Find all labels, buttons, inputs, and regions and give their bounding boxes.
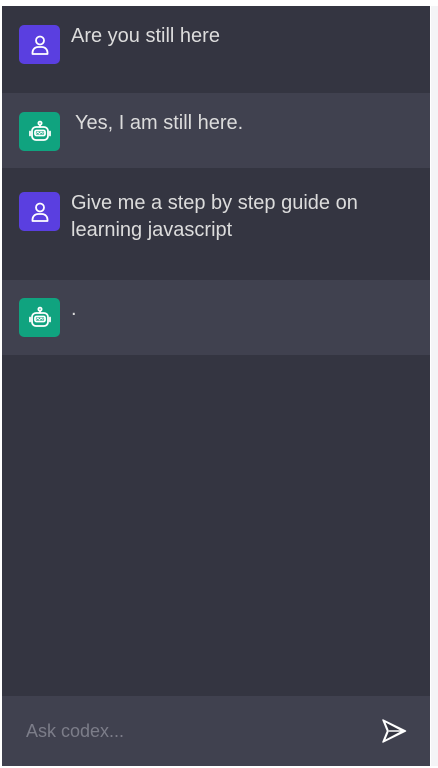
user-avatar xyxy=(19,25,60,64)
message-row: . xyxy=(2,280,430,355)
bot-avatar xyxy=(19,112,60,151)
page-edge xyxy=(431,6,438,766)
bot-avatar xyxy=(19,298,60,337)
robot-icon xyxy=(28,120,51,141)
send-button[interactable] xyxy=(374,711,414,751)
chat-container: Are you still here Yes, I am still here. xyxy=(2,6,430,696)
user-icon xyxy=(31,202,48,222)
chat-input[interactable] xyxy=(24,710,374,752)
message-row: Are you still here xyxy=(2,6,430,93)
message-row: Yes, I am still here. xyxy=(2,93,430,168)
send-icon xyxy=(382,719,407,743)
message-text: . xyxy=(71,298,77,320)
message-text: Give me a step by step guide on learning… xyxy=(71,192,358,241)
message-row: Give me a step by step guide on learning… xyxy=(2,168,430,280)
message-text: Yes, I am still here. xyxy=(75,112,244,134)
chat-input-form xyxy=(2,696,430,766)
message-text: Are you still here xyxy=(71,25,220,47)
user-icon xyxy=(31,35,48,55)
chat-app: Are you still here Yes, I am still here. xyxy=(2,6,430,766)
robot-icon xyxy=(28,306,51,327)
user-avatar xyxy=(19,192,60,231)
